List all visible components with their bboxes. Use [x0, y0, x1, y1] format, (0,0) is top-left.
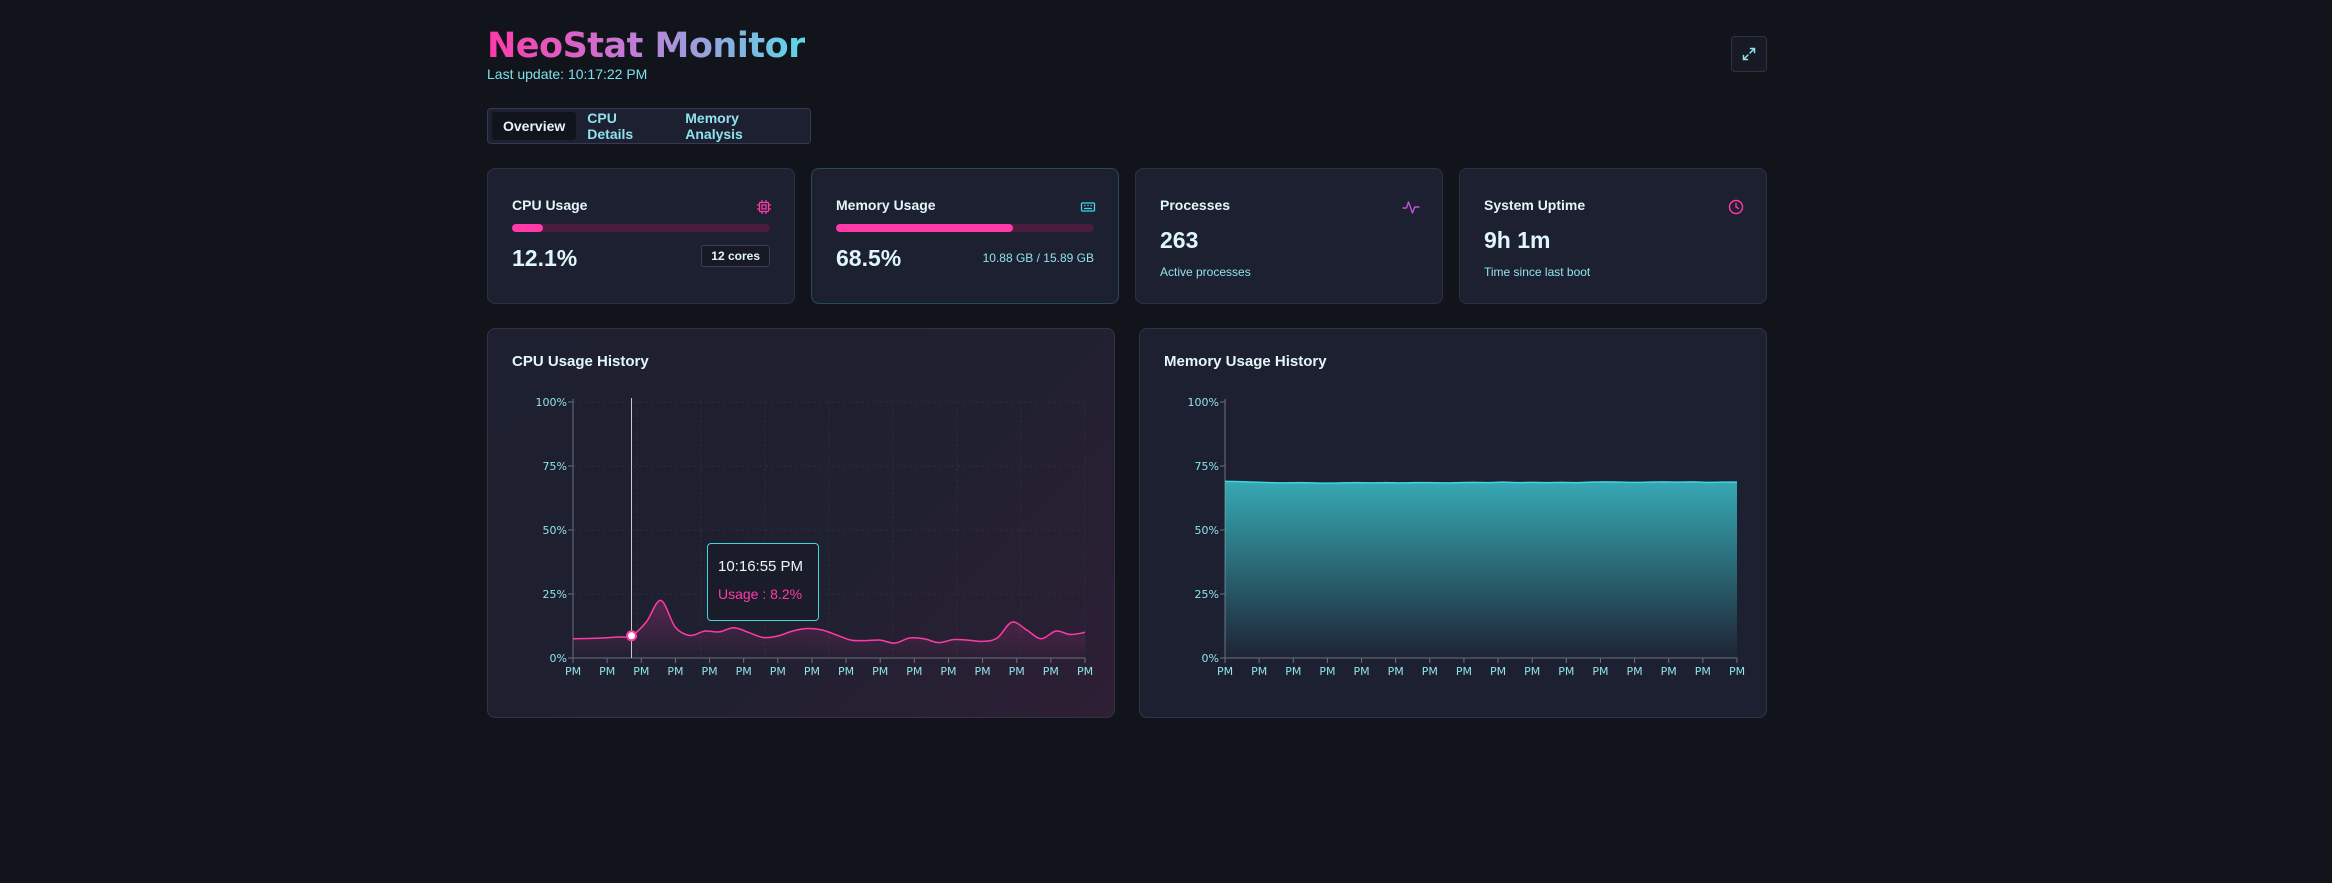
x-tick-label: PM: [565, 665, 581, 678]
x-tick-label: PM: [975, 665, 991, 678]
x-tick-label: PM: [1319, 665, 1335, 678]
memory-usage-detail: 10.88 GB / 15.89 GB: [982, 251, 1094, 265]
x-tick-label: PM: [770, 665, 786, 678]
dashboard: NeoStat Monitor Last update: 10:17:22 PM…: [487, 0, 1767, 883]
fullscreen-button[interactable]: [1731, 36, 1767, 72]
hover-point: [626, 630, 638, 642]
cpu-usage-bar-fill: [512, 224, 544, 232]
y-tick-label: 25%: [1195, 588, 1219, 601]
x-tick-label: PM: [1661, 665, 1677, 678]
x-tick-label: PM: [736, 665, 752, 678]
tooltip-usage: Usage : 8.2%: [718, 586, 803, 602]
cpu-history-chart[interactable]: 0% 25% 50% 75% 100% PM PM PM PM PM PM PM PM PM PM PM PM P…: [488, 329, 1114, 717]
x-tick-label: PM: [1592, 665, 1608, 678]
cpu-cores-badge: 12 cores: [701, 245, 770, 267]
x-tick-label: PM: [1729, 665, 1745, 678]
tab-cpu-details[interactable]: CPU Details: [576, 104, 674, 148]
view-tabs: Overview CPU Details Memory Analysis: [487, 108, 811, 144]
x-tick-label: PM: [667, 665, 683, 678]
x-tick-label: PM: [599, 665, 615, 678]
tooltip-time: 10:16:55 PM: [718, 558, 804, 575]
x-tick-label: PM: [906, 665, 922, 678]
tab-memory-analysis[interactable]: Memory Analysis: [674, 104, 806, 148]
x-tick-label: PM: [872, 665, 888, 678]
x-tick-label: PM: [1524, 665, 1540, 678]
x-tick-label: PM: [1558, 665, 1574, 678]
x-tick-label: PM: [1077, 665, 1093, 678]
x-tick-label: PM: [1217, 665, 1233, 678]
x-tick-label: PM: [1456, 665, 1472, 678]
y-tick-label: 50%: [1195, 524, 1219, 537]
y-tick-label: 0%: [550, 652, 567, 665]
x-tick-label: PM: [1627, 665, 1643, 678]
processes-label: Processes: [1160, 197, 1231, 213]
processes-card: Processes 263 Active processes: [1135, 168, 1443, 304]
x-tick-label: PM: [1043, 665, 1059, 678]
x-tick-label: PM: [701, 665, 717, 678]
memory-usage-bar-fill: [836, 224, 1013, 232]
system-uptime-card: System Uptime 9h 1m Time since last boot: [1459, 168, 1767, 304]
cpu-usage-label: CPU Usage: [512, 197, 588, 213]
processes-value: 263: [1160, 227, 1199, 253]
memory-usage-value: 68.5%: [836, 245, 902, 271]
clock-icon: [1728, 199, 1744, 215]
y-tick-label: 75%: [1195, 460, 1219, 473]
memory-usage-bar: [836, 224, 1094, 232]
last-update-text: Last update: 10:17:22 PM: [487, 66, 648, 82]
x-tick-label: PM: [1422, 665, 1438, 678]
x-tick-label: PM: [1353, 665, 1369, 678]
system-uptime-value: 9h 1m: [1484, 227, 1551, 253]
x-tick-label: PM: [1251, 665, 1267, 678]
tab-overview[interactable]: Overview: [492, 112, 577, 140]
memory-icon: [1080, 202, 1096, 212]
y-tick-label: 75%: [543, 460, 567, 473]
y-tick-label: 0%: [1202, 652, 1219, 665]
memory-history-panel: Memory Usage History 0% 25% 50% 75% 100% PM PM…: [1139, 328, 1767, 718]
processes-caption: Active processes: [1160, 265, 1251, 279]
x-tick-label: PM: [1009, 665, 1025, 678]
cpu-history-panel: CPU Usage History 0% 25% 50% 75% 100% PM PM PM P…: [487, 328, 1115, 718]
system-uptime-caption: Time since last boot: [1484, 265, 1591, 279]
cpu-usage-bar: [512, 224, 770, 232]
activity-icon: [1402, 201, 1420, 214]
x-tick-label: PM: [1388, 665, 1404, 678]
cpu-usage-card: CPU Usage 12.1% 12 cores: [487, 168, 795, 304]
y-tick-label: 50%: [543, 524, 567, 537]
cpu-area: [573, 600, 1085, 658]
system-uptime-label: System Uptime: [1484, 197, 1586, 213]
memory-usage-card: Memory Usage 68.5% 10.88 GB / 15.89 GB: [811, 168, 1119, 304]
cpu-chip-icon: [757, 200, 771, 214]
x-tick-label: PM: [1490, 665, 1506, 678]
memory-history-chart[interactable]: 0% 25% 50% 75% 100% PM PM PM PM PM PM PM PM PM PM PM PM P…: [1140, 329, 1766, 717]
cpu-usage-value: 12.1%: [512, 245, 578, 271]
x-tick-label: PM: [1695, 665, 1711, 678]
y-tick-label: 100%: [1188, 396, 1219, 409]
x-tick-label: PM: [1285, 665, 1301, 678]
x-tick-label: PM: [940, 665, 956, 678]
y-tick-label: 25%: [543, 588, 567, 601]
chart-tooltip: 10:16:55 PM Usage : 8.2%: [707, 543, 819, 621]
y-tick-label: 100%: [536, 396, 567, 409]
memory-usage-label: Memory Usage: [836, 197, 936, 213]
expand-icon: [1742, 47, 1756, 61]
mem-area: [1225, 481, 1737, 658]
x-tick-label: PM: [633, 665, 649, 678]
x-tick-label: PM: [804, 665, 820, 678]
app-title: NeoStat Monitor: [487, 26, 805, 66]
x-tick-label: PM: [838, 665, 854, 678]
